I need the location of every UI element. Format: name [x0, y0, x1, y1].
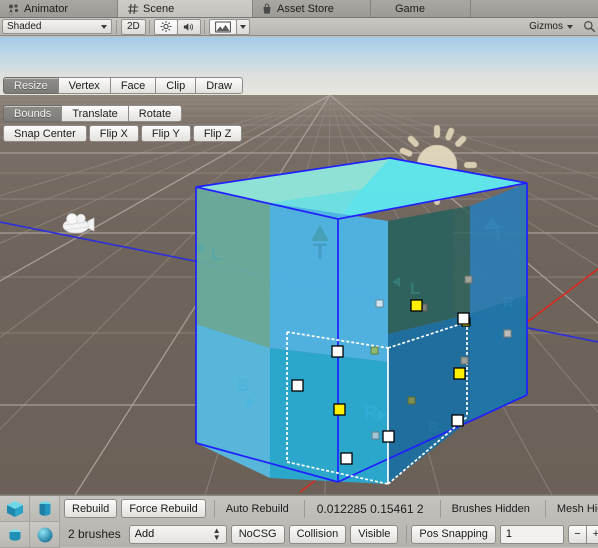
scene-viewport[interactable]: T L L T B R B R Resize Vertex Face Clip …	[0, 37, 598, 495]
image-effects-toggle-button[interactable]	[208, 18, 237, 35]
tab-asset-store[interactable]: Asset Store	[253, 0, 371, 17]
search-icon	[584, 21, 596, 33]
action-button-row: Snap Center Flip X Flip Y Flip Z	[0, 125, 598, 142]
scene-toggles	[153, 18, 201, 35]
bottom-row-2: 2 brushes Add ▲ ▼ NoCSG Collision Visible…	[60, 522, 598, 548]
chevron-down-icon	[567, 24, 573, 29]
snap-increment-button[interactable]: +	[586, 524, 598, 544]
tab-scene[interactable]: Scene	[118, 0, 253, 17]
divider	[439, 499, 441, 518]
tab-label: Animator	[24, 2, 69, 15]
speaker-audio-icon	[183, 22, 193, 31]
cylinder-brush-icon	[9, 528, 20, 541]
stepper-arrows-icon: ▲ ▼	[212, 526, 221, 543]
flip-y-button[interactable]: Flip Y	[140, 125, 191, 142]
svg-text:T: T	[313, 239, 327, 264]
cube-face-left-upper	[196, 187, 270, 348]
divider	[213, 499, 215, 518]
toggle-2d-button[interactable]: 2D	[121, 18, 146, 35]
divider	[148, 19, 150, 34]
brushes-hidden-toggle[interactable]: Brushes Hidden	[445, 499, 537, 518]
snap-center-button[interactable]: Snap Center	[3, 125, 87, 142]
transform-translate-button[interactable]: Translate	[61, 105, 129, 122]
svg-text:L: L	[211, 245, 221, 264]
divider	[544, 499, 546, 518]
force-rebuild-button[interactable]: Force Rebuild	[121, 499, 206, 519]
editor-tab-bar: Animator Scene Asset Store Game	[0, 0, 598, 18]
tab-label: Asset Store	[277, 2, 334, 15]
brush-count-label: 2 brushes	[68, 527, 121, 542]
brush-shape-palette	[0, 496, 60, 548]
csg-bottom-toolbar: Rebuild Force Rebuild Auto Rebuild 0.012…	[0, 495, 598, 548]
lighting-toggle-button[interactable]	[153, 18, 178, 35]
tool-vertex-button[interactable]: Vertex	[57, 77, 111, 94]
transform-bounds-button[interactable]: Bounds	[3, 105, 63, 122]
gizmos-dropdown[interactable]: Gizmos	[524, 19, 578, 35]
csg-mode-value: Add	[134, 528, 155, 541]
tool-clip-button[interactable]: Clip	[155, 77, 197, 94]
snap-decrement-button[interactable]: −	[567, 524, 587, 544]
nocsg-toggle-button[interactable]: NoCSG	[230, 524, 285, 544]
bottom-controls: Rebuild Force Rebuild Auto Rebuild 0.012…	[60, 496, 598, 547]
divider	[116, 19, 117, 34]
scene-view-toolbar: Shaded 2D Gizmos	[0, 18, 598, 36]
prism-brush-icon	[39, 500, 50, 516]
tool-face-button[interactable]: Face	[109, 77, 157, 94]
audio-toggle-button[interactable]	[176, 18, 201, 35]
svg-text:B: B	[237, 376, 249, 395]
svg-text:R: R	[503, 294, 514, 311]
effects-group	[208, 18, 250, 35]
chevron-down-icon	[239, 24, 246, 29]
flip-x-button[interactable]: Flip X	[88, 125, 139, 142]
brush-shape-sphere[interactable]	[30, 522, 60, 548]
bottom-row-1: Rebuild Force Rebuild Auto Rebuild 0.012…	[60, 496, 598, 522]
draw-mode-dropdown[interactable]: Shaded	[2, 19, 112, 34]
tab-label: Scene	[143, 2, 175, 15]
collision-toggle-button[interactable]: Collision	[288, 524, 347, 544]
auto-rebuild-toggle[interactable]: Auto Rebuild	[219, 499, 296, 518]
gizmos-label: Gizmos	[529, 21, 563, 32]
divider	[406, 525, 408, 544]
pos-snapping-button[interactable]: Pos Snapping	[411, 524, 496, 544]
tab-game[interactable]: Game	[371, 0, 471, 17]
tool-draw-button[interactable]: Draw	[195, 77, 243, 94]
draw-mode-label: Shaded	[7, 21, 42, 32]
svg-text:L: L	[410, 279, 420, 298]
svg-text:B: B	[428, 419, 439, 436]
animator-icon	[8, 3, 20, 15]
flip-z-button[interactable]: Flip Z	[192, 125, 243, 142]
divider	[203, 19, 205, 34]
search-field[interactable]	[578, 19, 598, 35]
coordinate-readout: 0.012285 0.15461 2	[316, 501, 424, 516]
brush-shape-prism[interactable]	[30, 496, 60, 522]
divider	[303, 499, 305, 518]
tab-animator[interactable]: Animator	[0, 0, 118, 17]
tab-label: Game	[395, 2, 425, 15]
transform-button-row: Bounds Translate Rotate	[0, 105, 598, 122]
visible-toggle-button[interactable]: Visible	[350, 524, 399, 544]
brush-shape-cylinder[interactable]	[0, 522, 30, 548]
brush-shape-cube[interactable]	[0, 496, 30, 522]
effects-dropdown-button[interactable]	[235, 18, 250, 35]
csg-mode-dropdown[interactable]: Add ▲ ▼	[128, 524, 227, 544]
scene-grid-icon	[127, 3, 139, 15]
chevron-down-icon	[101, 24, 107, 29]
svg-text:R: R	[364, 403, 378, 424]
cube-brush-icon	[6, 500, 23, 517]
snapping-stepper: − +	[567, 524, 598, 544]
csg-tool-overlay: Resize Vertex Face Clip Draw Bounds Tran…	[0, 74, 598, 145]
sphere-brush-icon	[37, 527, 52, 542]
game-pacman-icon	[379, 3, 391, 15]
mode-button-row: Resize Vertex Face Clip Draw	[0, 77, 598, 94]
cube-face-right-upper	[470, 183, 527, 314]
image-effects-icon	[214, 21, 231, 32]
unity-scene-window: Animator Scene Asset Store Game Shaded 2…	[0, 0, 598, 548]
store-bag-icon	[261, 3, 273, 15]
pos-snapping-input[interactable]: 1	[499, 524, 564, 544]
tool-resize-button[interactable]: Resize	[3, 77, 59, 94]
rebuild-button[interactable]: Rebuild	[64, 499, 118, 519]
transform-rotate-button[interactable]: Rotate	[127, 105, 183, 122]
mesh-hidden-toggle[interactable]: Mesh Hidden	[550, 499, 598, 518]
sun-lighting-icon	[160, 21, 172, 32]
